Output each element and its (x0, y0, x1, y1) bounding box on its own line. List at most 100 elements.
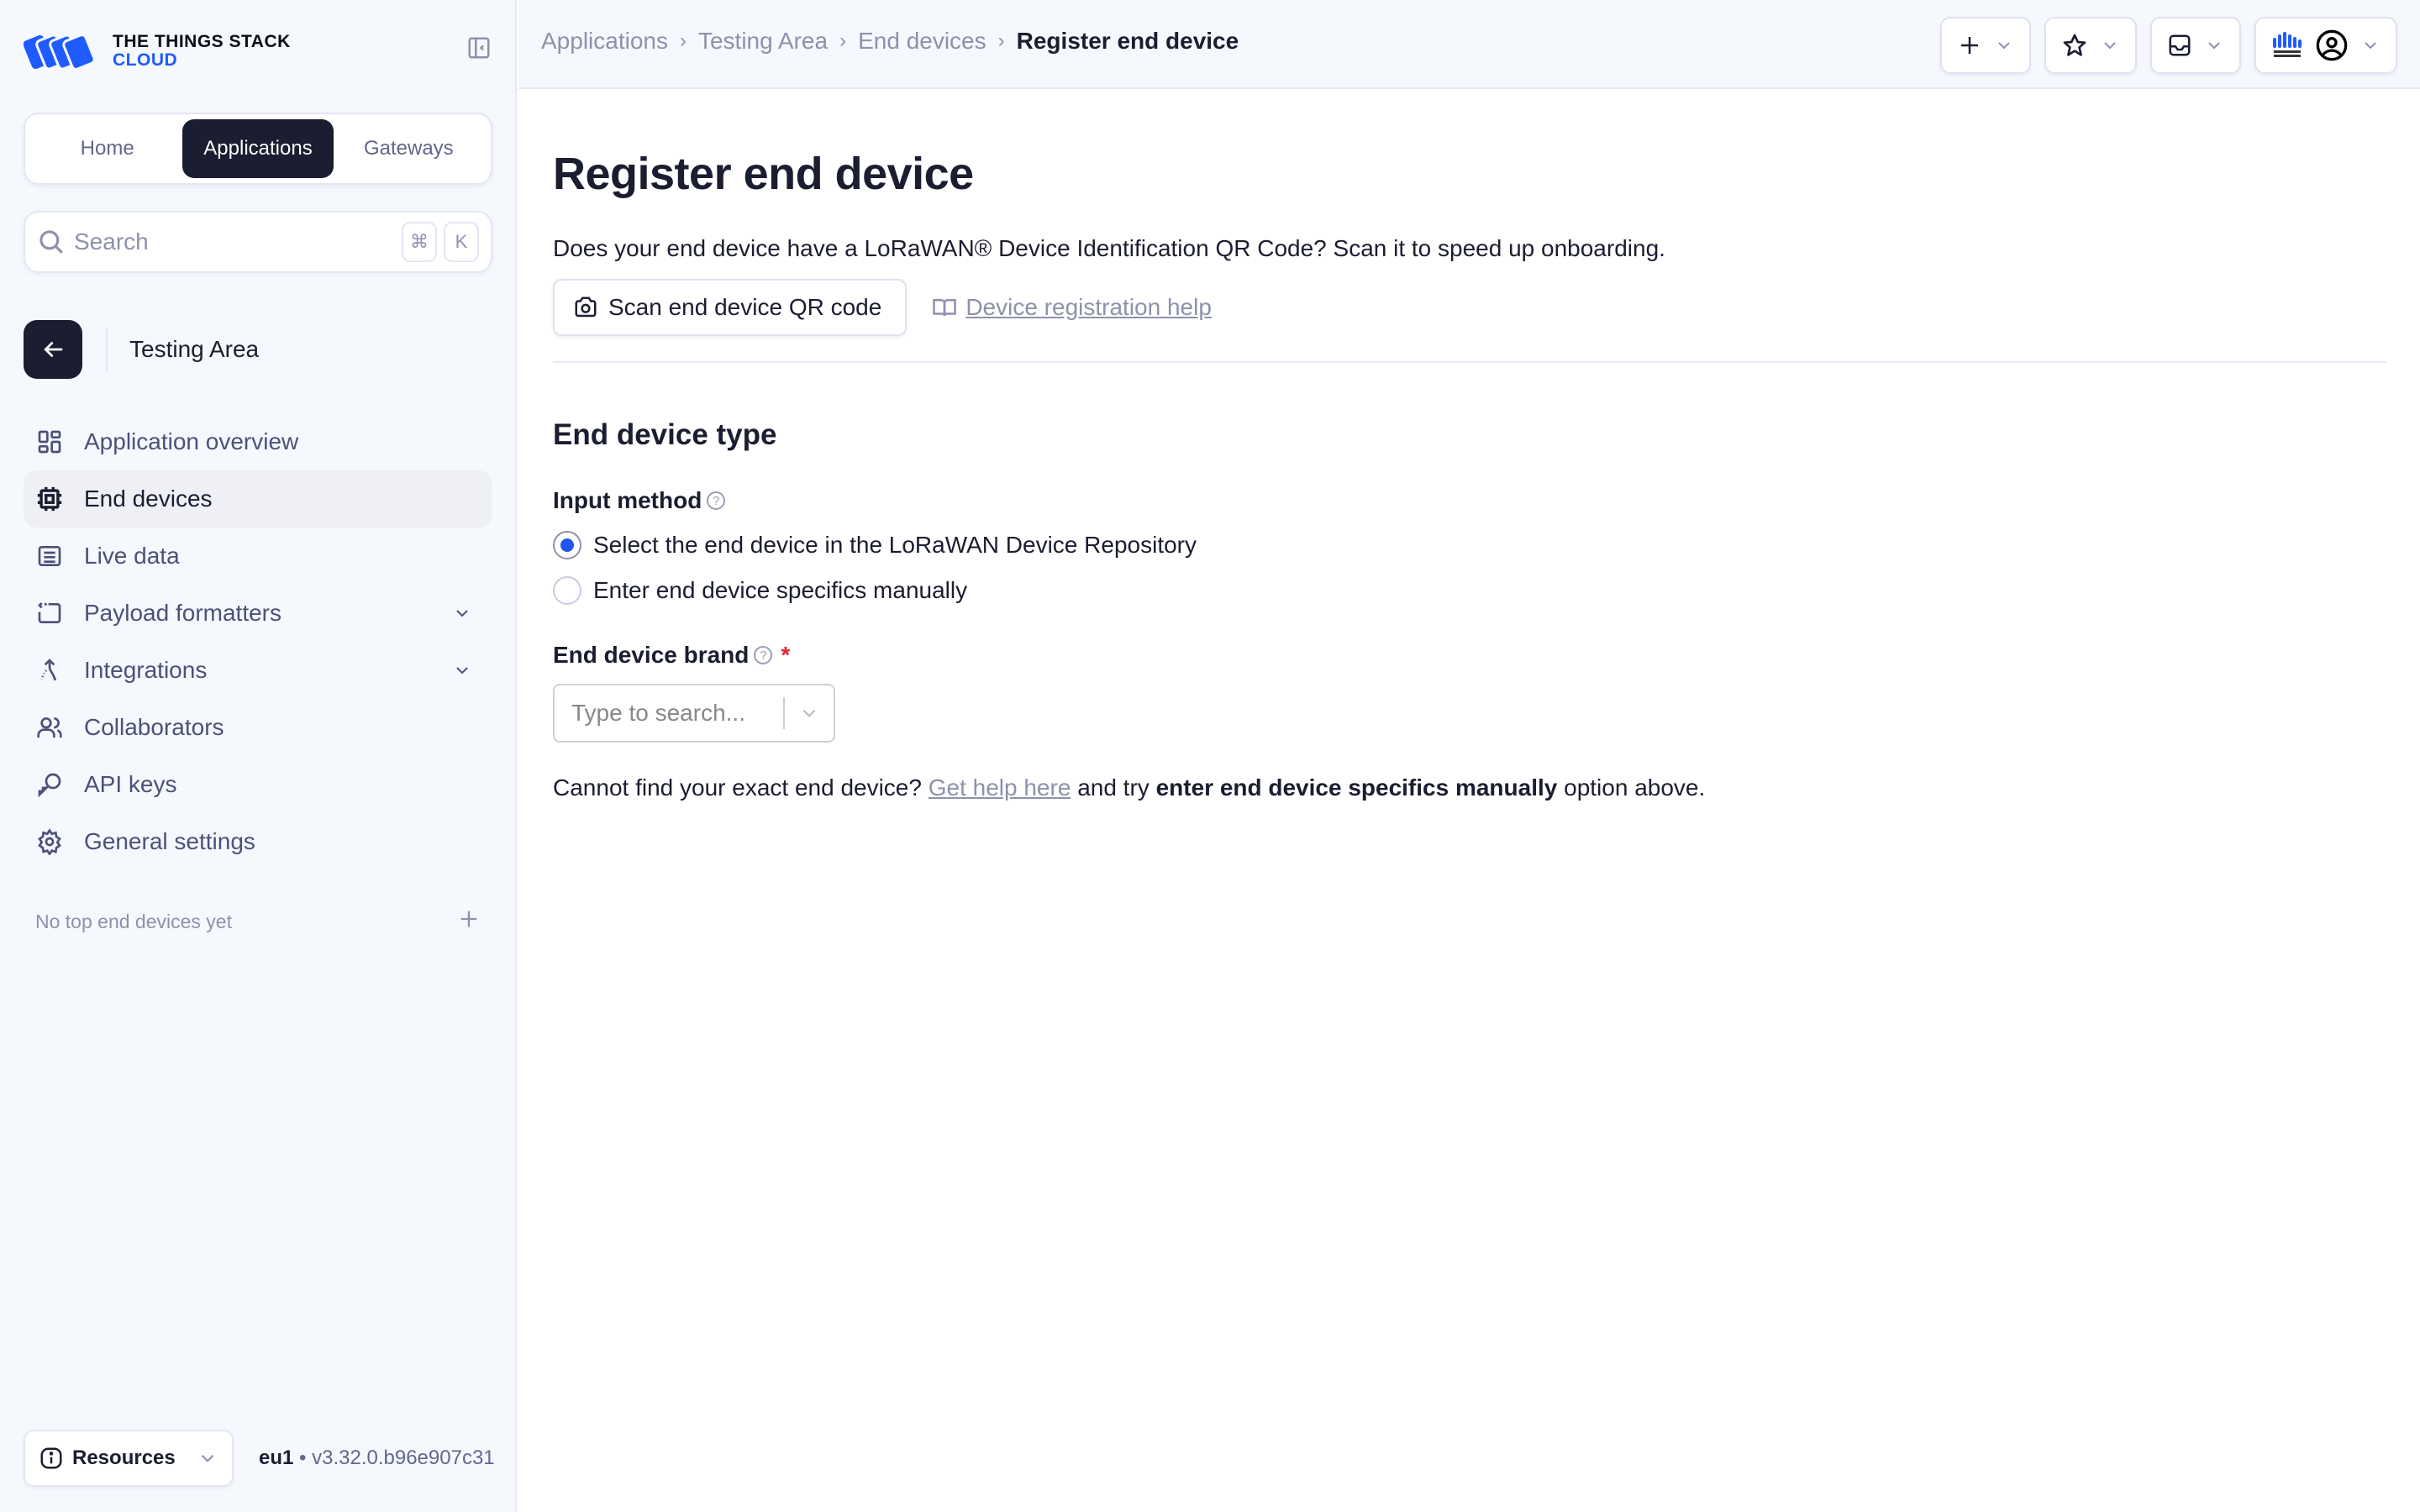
section-divider (553, 361, 2386, 363)
get-help-link[interactable]: Get help here (929, 774, 1071, 801)
breadcrumb: Applications › Testing Area › End device… (541, 28, 1239, 55)
add-top-device-button[interactable] (457, 907, 481, 936)
hint-middle: and try (1077, 774, 1150, 801)
manual-entry-hint: Cannot find your exact end device? Get h… (553, 774, 2386, 801)
hint-bold: enter end device specifics manually (1155, 774, 1558, 801)
brand-search-input[interactable] (555, 700, 783, 727)
breadcrumb-current: Register end device (1016, 28, 1239, 54)
sidebar-item-payload-formatters[interactable]: Payload formatters (24, 585, 492, 642)
grid-icon (35, 428, 64, 456)
code-icon (35, 599, 64, 627)
chevron-down-icon[interactable] (452, 660, 472, 680)
top-end-devices: No top end devices yet (35, 907, 481, 936)
radio-label: Enter end device specifics manually (593, 577, 968, 603)
radio-button[interactable] (553, 576, 581, 605)
list-icon (35, 542, 64, 570)
chevron-right-icon: › (839, 29, 847, 52)
chevron-down-icon (802, 709, 816, 717)
qr-description: Does your end device have a LoRaWAN® Dev… (553, 235, 1665, 261)
help-icon[interactable]: ? (754, 646, 773, 664)
main-content: Register end device Does your end device… (553, 89, 2386, 801)
scan-qr-label: Scan end device QR code (608, 294, 882, 320)
tab-home[interactable]: Home (32, 119, 182, 178)
sidebar-item-live-data[interactable]: Live data (24, 528, 492, 585)
input-method-group: Input method ? Select the end device in … (553, 487, 2386, 605)
back-button[interactable] (24, 320, 82, 379)
search-box[interactable]: ⌘ K (24, 211, 492, 273)
sidebar-item-label: API keys (84, 771, 177, 797)
breadcrumb-testing-area[interactable]: Testing Area (698, 28, 828, 55)
inbox-icon (2169, 34, 2191, 56)
sidebar-nav: Application overview End devices Live da… (24, 413, 492, 870)
radio-option-manual[interactable]: Enter end device specifics manually (553, 576, 2386, 605)
sidebar-item-collaborators[interactable]: Collaborators (24, 699, 492, 756)
context-title: Testing Area (129, 336, 260, 362)
brand-line-1: THE THINGS STACK (113, 31, 291, 51)
divider (106, 328, 108, 371)
sidebar-item-api-keys[interactable]: API keys (24, 756, 492, 813)
sidebar-item-label: Live data (84, 543, 180, 569)
sidebar-item-end-devices[interactable]: End devices (24, 470, 492, 528)
brand-field-label: End device brand ? * (553, 642, 2386, 669)
star-icon (2063, 34, 2086, 56)
required-indicator: * (781, 642, 791, 668)
bookmarks-menu-button[interactable] (2044, 17, 2137, 74)
plus-icon (460, 911, 477, 927)
info-icon (40, 1447, 62, 1469)
book-icon (933, 299, 957, 317)
tab-applications[interactable]: Applications (182, 119, 334, 178)
section-switcher: Home Applications Gateways (24, 113, 492, 185)
chevron-down-icon (2365, 42, 2376, 50)
sidebar-item-label: General settings (84, 828, 255, 854)
breadcrumb-end-devices[interactable]: End devices (858, 28, 986, 55)
scan-qr-button[interactable]: Scan end device QR code (553, 279, 908, 336)
plus-icon (1961, 37, 1978, 54)
resources-label: Resources (72, 1446, 176, 1469)
arrow-left-icon (44, 342, 63, 357)
topbar-actions (1940, 17, 2397, 74)
sidebar: THE THINGS STACK CLOUD Home Applications… (0, 0, 517, 1512)
radio-option-repository[interactable]: Select the end device in the LoRaWAN Dev… (553, 531, 2386, 559)
notifications-menu-button[interactable] (2150, 17, 2241, 74)
breadcrumb-applications[interactable]: Applications (541, 28, 668, 55)
tts-logo-icon (24, 34, 96, 71)
add-menu-button[interactable] (1940, 17, 2031, 74)
top-devices-empty-text: No top end devices yet (35, 910, 232, 932)
brand-select[interactable] (553, 684, 835, 743)
sidebar-item-label: Collaborators (84, 714, 224, 740)
tab-gateways[interactable]: Gateways (334, 119, 484, 178)
kbd-cmd: ⌘ (402, 222, 437, 262)
help-icon[interactable]: ? (707, 491, 726, 510)
brand-logo[interactable]: THE THINGS STACK CLOUD (24, 30, 291, 72)
chip-icon (35, 485, 64, 513)
sidebar-footer: Resources eu1 • v3.32.0.b96e907c31 (24, 1430, 495, 1487)
sidebar-item-general-settings[interactable]: General settings (24, 813, 492, 870)
sidebar-item-label: Integrations (84, 657, 208, 683)
sidebar-item-application-overview[interactable]: Application overview (24, 413, 492, 470)
chevron-down-icon (2208, 42, 2220, 50)
brand-line-2: CLOUD (113, 50, 178, 70)
radio-button-checked[interactable] (553, 531, 581, 559)
chevron-down-icon[interactable] (452, 603, 472, 623)
version-string: v3.32.0.b96e907c31 (312, 1446, 495, 1469)
integration-icon (35, 656, 64, 685)
search-icon (39, 230, 63, 254)
sidebar-item-integrations[interactable]: Integrations (24, 642, 492, 699)
input-method-label: Input method ? (553, 487, 2386, 514)
version-separator: • (299, 1446, 307, 1469)
radio-label: Select the end device in the LoRaWAN Dev… (593, 532, 1197, 558)
input-method-label-text: Input method (553, 487, 702, 513)
collapse-sidebar-button[interactable] (466, 35, 492, 60)
qr-actions: Scan end device QR code Device registrat… (553, 279, 2386, 336)
device-registration-help-link[interactable]: Device registration help (932, 294, 1212, 321)
account-menu-button[interactable] (2254, 17, 2397, 74)
search-input[interactable] (74, 228, 395, 255)
section-title: End device type (553, 418, 777, 451)
chevron-down-icon (1998, 42, 2010, 50)
sidebar-item-label: Payload formatters (84, 600, 281, 626)
select-toggle[interactable] (785, 702, 834, 724)
kbd-k: K (444, 222, 479, 262)
key-icon (35, 770, 64, 799)
context-header: Testing Area (24, 320, 259, 379)
resources-button[interactable]: Resources (24, 1430, 234, 1487)
